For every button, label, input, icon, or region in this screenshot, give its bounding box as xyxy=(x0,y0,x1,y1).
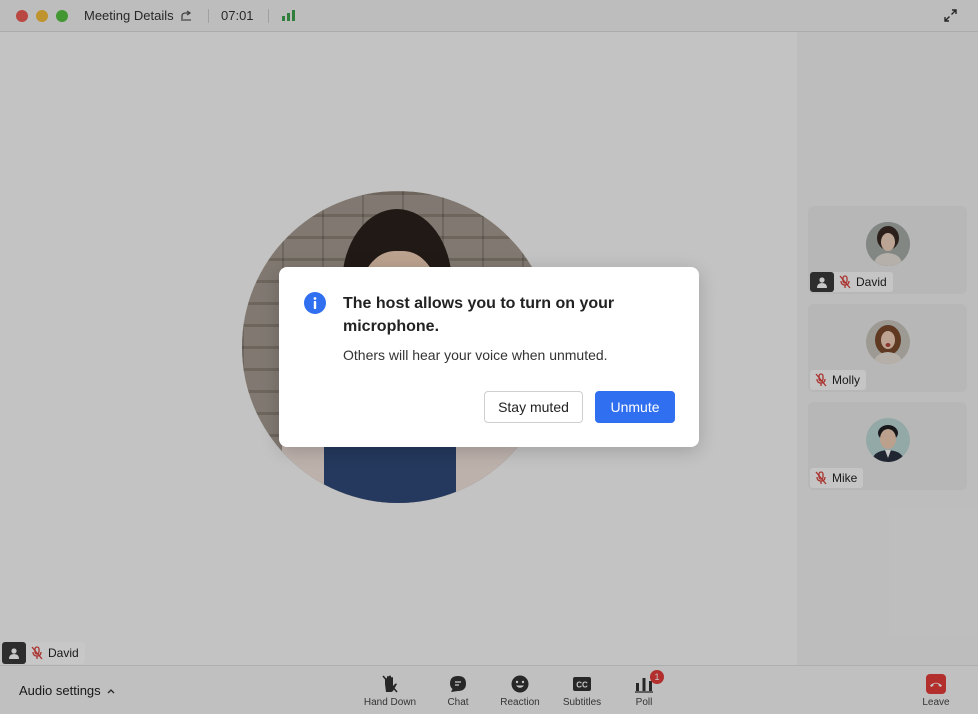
info-icon xyxy=(304,292,326,314)
dialog-message: Others will hear your voice when unmuted… xyxy=(343,347,608,363)
stay-muted-button[interactable]: Stay muted xyxy=(484,391,583,423)
unmute-request-dialog: The host allows you to turn on your micr… xyxy=(279,267,699,447)
dialog-title: The host allows you to turn on your micr… xyxy=(343,295,615,335)
unmute-button[interactable]: Unmute xyxy=(595,391,675,423)
